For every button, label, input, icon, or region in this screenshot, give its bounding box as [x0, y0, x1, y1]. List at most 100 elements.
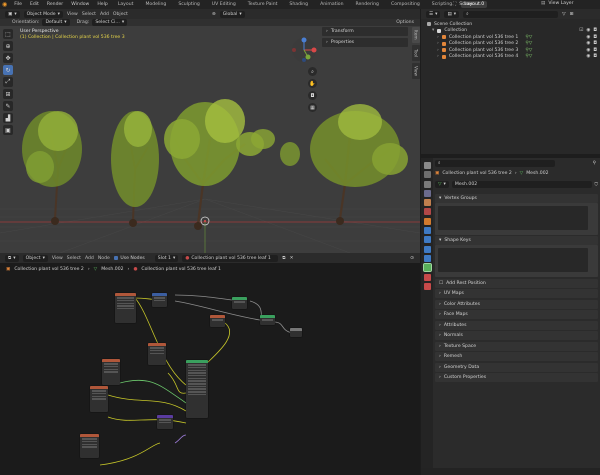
3d-viewport[interactable]: ▣ ▾ Object Mode ▾ View Select Add Object ⊕… — [0, 9, 420, 253]
checkbox-icon[interactable]: ☑ — [579, 28, 583, 33]
filter-icon[interactable]: ▽ — [562, 12, 566, 17]
camera-icon[interactable]: ◘ — [593, 48, 597, 53]
tab-layout[interactable]: Layout — [115, 1, 137, 8]
tab-texture-paint[interactable]: Texture Paint — [245, 1, 281, 8]
transform-panel[interactable]: › Transform — [322, 27, 408, 36]
shader-node-editor[interactable]: ⧉ ▾ Object ▾ View Select Add Node Use Node… — [0, 253, 420, 475]
object-tab-icon[interactable] — [423, 217, 431, 225]
tree-1[interactable] — [22, 111, 82, 225]
tab-rendering[interactable]: Rendering — [353, 1, 382, 8]
panel-normals[interactable]: › Normals — [435, 331, 598, 340]
tab-shading[interactable]: Shading — [286, 1, 311, 8]
slot-dropdown[interactable]: Slot 1 ▾ — [154, 254, 179, 262]
eye-icon[interactable]: ◉ — [586, 35, 590, 40]
node-color-ramp[interactable] — [210, 315, 225, 327]
navigation-gizmo[interactable] — [290, 36, 318, 64]
outliner-row-tree-4[interactable]: › Collection plant vol 536 tree 4 ⚲▽ ◉ ◘ — [427, 54, 597, 61]
select-tool-icon[interactable]: ⬚ — [3, 29, 13, 39]
zoom-icon[interactable]: ⌕ — [308, 67, 317, 76]
measure-tool-icon[interactable]: ▟ — [3, 113, 13, 123]
blender-logo-icon[interactable]: ◉ — [2, 1, 7, 8]
tool-tab-icon[interactable] — [423, 162, 431, 169]
node-image-texture-3[interactable] — [102, 359, 120, 385]
tab-tool[interactable]: Tool — [412, 45, 420, 61]
menu-edit[interactable]: Edit — [29, 2, 40, 7]
tab-sculpting[interactable]: Sculpting — [175, 1, 202, 8]
eye-icon[interactable]: ◉ — [586, 48, 590, 53]
camera-icon[interactable]: ◘ — [308, 91, 317, 100]
panel-texture-space[interactable]: › Texture Space — [435, 341, 598, 351]
properties-panel[interactable]: › Properties — [322, 38, 408, 47]
world-tab-icon[interactable] — [423, 208, 431, 216]
eye-icon[interactable]: ◉ — [586, 28, 590, 33]
outliner-search-input[interactable]: ⌕ — [463, 10, 559, 18]
mode-dropdown[interactable]: Object Mode ▾ — [23, 10, 63, 18]
tree-3[interactable] — [164, 99, 264, 230]
texture-tab-icon[interactable] — [423, 282, 431, 290]
menu-add[interactable]: Add — [85, 256, 94, 261]
panel-custom-properties[interactable]: › Custom Properties — [435, 373, 598, 382]
orientation-dropdown[interactable]: Default ▾ — [42, 19, 70, 26]
eye-icon[interactable]: ◉ — [586, 54, 590, 59]
render-tab-icon[interactable] — [423, 171, 431, 179]
tree-4-foliage[interactable] — [251, 129, 300, 166]
rotate-tool-icon[interactable]: ↻ — [3, 65, 13, 75]
node-math[interactable] — [260, 315, 275, 325]
menu-object[interactable]: Object — [113, 12, 128, 17]
scene-tab-icon[interactable] — [423, 199, 431, 207]
menu-select[interactable]: Select — [67, 256, 81, 261]
move-tool-icon[interactable]: ✥ — [3, 53, 13, 63]
transform-orientation-dropdown[interactable]: Global ▾ — [219, 10, 245, 18]
view-layer-selector[interactable]: ▤ View Layer — [541, 1, 574, 6]
output-tab-icon[interactable] — [423, 180, 431, 188]
panel-face-maps[interactable]: › Face Maps — [435, 310, 598, 319]
panel-attributes[interactable]: › Attributes — [435, 320, 598, 330]
particles-tab-icon[interactable] — [423, 236, 431, 244]
tab-animation[interactable]: Animation — [317, 1, 346, 8]
physics-tab-icon[interactable] — [423, 245, 431, 253]
node-image-texture-4[interactable] — [90, 386, 108, 412]
scale-tool-icon[interactable]: ⤢ — [3, 77, 13, 87]
tab-modeling[interactable]: Modeling — [142, 1, 169, 8]
camera-icon[interactable]: ◘ — [593, 41, 597, 46]
node-editor-type[interactable]: ⧉ ▾ — [5, 254, 19, 262]
camera-icon[interactable]: ◘ — [593, 28, 597, 33]
tab-item[interactable]: Item — [412, 27, 420, 43]
menu-help[interactable]: Help — [96, 2, 108, 7]
view-layer-tab-icon[interactable] — [423, 189, 431, 197]
eye-icon[interactable]: ◉ — [586, 41, 590, 46]
mesh-name-field[interactable]: Mesh.002 — [451, 181, 592, 188]
menu-add[interactable]: Add — [100, 12, 109, 17]
tab-scripting[interactable]: Scripting — [429, 1, 455, 8]
panel-remesh[interactable]: › Remesh — [435, 352, 598, 361]
vertex-groups-list[interactable] — [438, 205, 588, 230]
grid-icon[interactable]: ▦ — [308, 103, 317, 112]
node-output-reroute[interactable] — [290, 328, 302, 337]
new-collection-icon[interactable]: ⊞ — [570, 12, 574, 17]
editor-type-dropdown[interactable]: ▣ ▾ — [5, 10, 20, 18]
tree-2[interactable] — [111, 111, 159, 227]
annotate-tool-icon[interactable]: ✎ — [3, 101, 13, 111]
panel-add-rest-position[interactable]: ☐ Add Rest Position — [435, 278, 598, 288]
menu-view[interactable]: View — [67, 12, 78, 17]
camera-icon[interactable]: ◘ — [593, 35, 597, 40]
checkbox-icon[interactable]: ☐ — [439, 281, 443, 286]
panel-shape-keys[interactable]: ▾ Shape Keys — [435, 236, 598, 245]
close-icon[interactable]: ✕ — [290, 256, 294, 261]
node-image-texture-5[interactable] — [80, 434, 99, 458]
node-image-texture-1[interactable] — [115, 293, 136, 323]
tab-compositing[interactable]: Compositing — [388, 1, 423, 8]
add-cube-tool-icon[interactable]: ▣ — [3, 125, 13, 135]
panel-uv-maps[interactable]: › UV Maps — [435, 289, 598, 298]
copy-icon[interactable]: ⧉ — [282, 255, 285, 261]
pin-icon[interactable]: ⚲ — [593, 161, 596, 166]
material-dropdown[interactable]: ● Collection plant vol 536 tree leaf 1 — [182, 254, 279, 262]
options-dropdown[interactable]: Options — [396, 20, 414, 25]
menu-node[interactable]: Node — [98, 256, 110, 261]
overlay-icon[interactable]: ⊙ — [410, 256, 414, 261]
tab-uv-editing[interactable]: UV Editing — [209, 1, 239, 8]
drag-dropdown[interactable]: Select Ci... ▾ — [92, 19, 128, 26]
panel-geometry-data[interactable]: › Geometry Data — [435, 362, 598, 372]
properties-search-input[interactable]: ⌕ — [435, 159, 555, 167]
node-mix-1[interactable] — [232, 297, 247, 309]
